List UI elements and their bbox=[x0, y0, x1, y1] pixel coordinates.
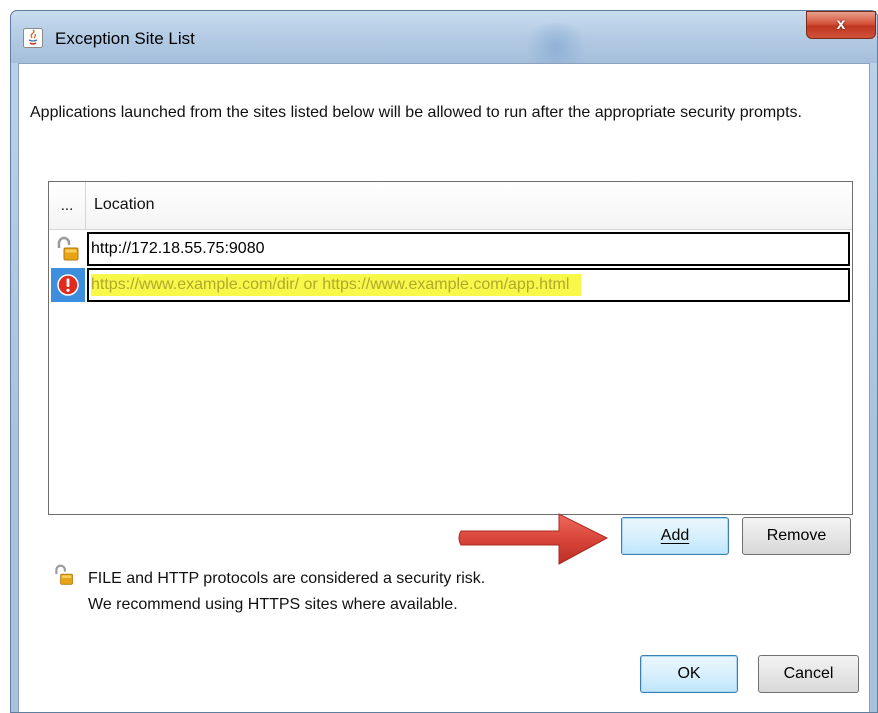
location-edit-field[interactable]: https://www.example.com/dir/ or https://… bbox=[87, 268, 850, 302]
java-app-icon bbox=[23, 28, 43, 48]
ok-button-label: OK bbox=[677, 665, 701, 682]
security-note: FILE and HTTP protocols are considered a… bbox=[88, 566, 485, 618]
unlocked-padlock-icon bbox=[55, 564, 73, 585]
close-icon: x bbox=[836, 16, 846, 33]
add-button[interactable]: Add bbox=[621, 517, 729, 555]
red-arrow-annotation bbox=[458, 513, 609, 565]
cancel-button[interactable]: Cancel bbox=[758, 655, 859, 693]
error-icon bbox=[57, 274, 79, 296]
window-title: Exception Site List bbox=[55, 29, 195, 48]
row-icon-cell-selected bbox=[51, 268, 85, 302]
add-button-label: Add bbox=[660, 527, 690, 544]
remove-button[interactable]: Remove bbox=[742, 517, 851, 555]
security-note-line1: FILE and HTTP protocols are considered a… bbox=[88, 570, 486, 587]
unlocked-padlock-icon bbox=[57, 236, 79, 261]
remove-button-label: Remove bbox=[766, 527, 827, 544]
row-icon-cell bbox=[51, 232, 85, 266]
security-note-line2: We recommend using HTTPS sites where ava… bbox=[88, 596, 458, 613]
location-cell[interactable]: http://172.18.55.75:9080 bbox=[87, 232, 850, 266]
title-bar[interactable]: Exception Site List bbox=[11, 11, 877, 71]
table-row[interactable]: https://www.example.com/dir/ or https://… bbox=[49, 268, 852, 302]
table-header: ... Location bbox=[49, 182, 852, 230]
description-text: Applications launched from the sites lis… bbox=[30, 104, 802, 121]
close-button[interactable]: x bbox=[806, 11, 876, 39]
table-row[interactable]: http://172.18.55.75:9080 bbox=[49, 232, 852, 266]
site-list-table: ... Location http://172.18.55.75:9080 ht… bbox=[48, 181, 853, 515]
ok-button[interactable]: OK bbox=[640, 655, 738, 693]
location-value: http://172.18.55.75:9080 bbox=[91, 240, 265, 257]
location-placeholder: https://www.example.com/dir/ or https://… bbox=[91, 274, 582, 296]
cancel-button-label: Cancel bbox=[783, 665, 834, 682]
column-header-icon[interactable]: ... bbox=[49, 182, 86, 229]
column-header-location[interactable]: Location bbox=[94, 196, 155, 214]
